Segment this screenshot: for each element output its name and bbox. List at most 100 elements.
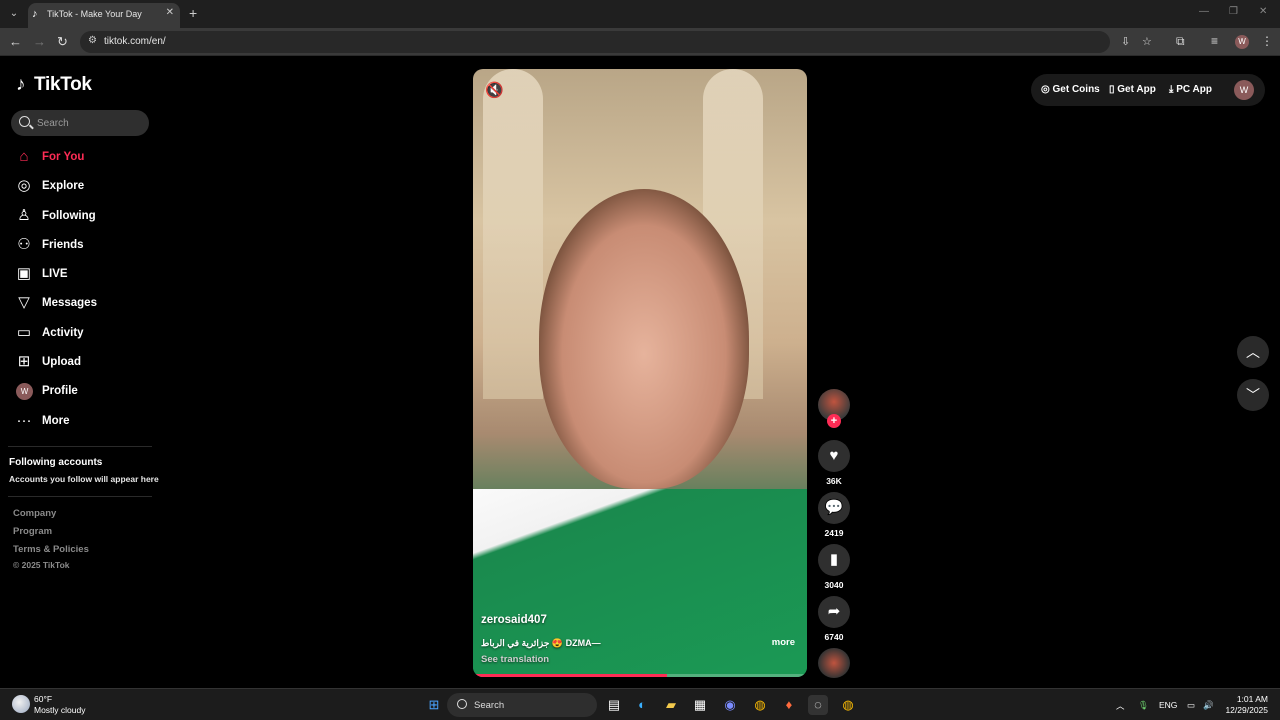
get-coins-button[interactable]: ◎ Get Coins — [1041, 84, 1100, 95]
share-icon: ➦ — [827, 603, 841, 620]
media-control-icon[interactable]: ≡ — [1211, 34, 1218, 48]
sidebar-item-messages[interactable]: ▽ Messages — [12, 289, 152, 318]
sidebar-item-following[interactable]: ♙ Following — [12, 202, 152, 231]
share-button[interactable]: ➦ — [818, 596, 850, 628]
edge-icon[interactable]: ◐ — [632, 695, 652, 715]
clock-time[interactable]: 1:01 AM — [1230, 694, 1268, 704]
top-actions-bar: ◎ Get Coins ▯ Get App ⤓ PC App W — [1031, 74, 1265, 106]
more-icon: ··· — [16, 411, 32, 429]
browser-menu-icon[interactable]: ⋮ — [1261, 34, 1273, 48]
get-app-button[interactable]: ▯ Get App — [1109, 84, 1156, 95]
chevron-up-icon: ︿ — [1246, 344, 1260, 360]
sidebar-item-label: Friends — [42, 238, 84, 251]
tiktok-note-icon: ♪ — [16, 74, 26, 95]
like-count: 36K — [826, 476, 842, 486]
video-subject — [539, 189, 749, 489]
restore-icon[interactable]: ❐ — [1229, 6, 1238, 17]
heart-icon: ♥ — [829, 447, 839, 464]
send-icon: ▽ — [18, 294, 30, 312]
weather-desc: Mostly cloudy — [34, 705, 86, 715]
clock-date[interactable]: 12/29/2025 — [1222, 705, 1268, 715]
sidebar-item-live[interactable]: ▣ LIVE — [12, 260, 152, 289]
install-app-icon[interactable]: ⇩ — [1121, 35, 1130, 48]
avatar[interactable]: W — [1234, 80, 1254, 100]
mic-tray-icon[interactable]: 🎙 — [1138, 700, 1149, 711]
sidebar-item-label: Messages — [42, 297, 97, 310]
sidebar-item-for-you[interactable]: ⌂ For You — [12, 143, 152, 172]
video-caption: جزائرية في الرباط 😍 DZMA— — [481, 638, 601, 648]
save-button[interactable]: ▮ — [818, 544, 850, 576]
search-box[interactable] — [11, 110, 149, 136]
footer-link-company[interactable]: Company — [13, 508, 56, 519]
obs-icon[interactable]: ◌ — [808, 695, 828, 715]
site-info-icon[interactable]: ⚙ — [88, 35, 97, 46]
chrome-profile-icon[interactable]: ◍ — [838, 695, 858, 715]
taskbar-search[interactable]: Search — [447, 693, 597, 717]
browser-tab[interactable]: ♪ TikTok - Make Your Day ✕ — [28, 3, 180, 28]
forward-icon[interactable]: → — [33, 34, 46, 49]
browser-profile-avatar[interactable]: W — [1235, 35, 1249, 49]
footer-link-program[interactable]: Program — [13, 526, 52, 537]
pc-app-button[interactable]: ⤓ PC App — [1169, 84, 1212, 95]
next-video-button[interactable]: ﹀ — [1237, 379, 1269, 411]
coin-icon: ◎ — [1041, 84, 1053, 95]
sidebar-item-upload[interactable]: ⊞ Upload — [12, 348, 152, 377]
compass-icon: ◎ — [17, 177, 31, 195]
volume-icon[interactable]: 🔊 — [1203, 700, 1214, 711]
video-player[interactable]: 🔇 zerosaid407 جزائرية في الرباط 😍 DZMA— … — [473, 69, 807, 677]
sidebar-item-activity[interactable]: ▭ Activity — [12, 319, 152, 348]
video-author[interactable]: zerosaid407 — [481, 614, 547, 626]
tiktok-favicon-icon: ♪ — [32, 8, 38, 20]
windows-start-icon[interactable]: ⊞ — [424, 695, 444, 715]
minimize-icon[interactable]: — — [1199, 6, 1209, 17]
language-indicator[interactable]: ENG — [1159, 700, 1177, 710]
caption-more-link[interactable]: more — [772, 637, 795, 648]
microphone-app-icon[interactable]: ♦ — [779, 695, 799, 715]
weather-icon[interactable] — [12, 695, 30, 713]
sidebar-item-friends[interactable]: ⚇ Friends — [12, 231, 152, 260]
search-input[interactable] — [37, 114, 142, 132]
bookmark-star-icon[interactable]: ☆ — [1142, 35, 1152, 48]
sidebar-item-label: Explore — [42, 180, 85, 193]
sidebar-item-label: More — [42, 414, 70, 427]
file-explorer-icon[interactable]: ▰ — [661, 695, 681, 715]
person-follow-icon: ♙ — [17, 206, 31, 224]
network-icon[interactable]: ▭ — [1187, 700, 1195, 711]
reload-icon[interactable]: ↻ — [57, 34, 68, 50]
chrome-icon[interactable]: ◍ — [750, 695, 770, 715]
store-icon[interactable]: ▦ — [690, 695, 710, 715]
tab-list-icon[interactable]: ⌄ — [6, 6, 22, 22]
back-icon[interactable]: ← — [9, 34, 22, 49]
sidebar-nav: ⌂ For You ◎ Explore ♙ Following ⚇ Friend… — [12, 143, 152, 436]
see-translation-link[interactable]: See translation — [481, 654, 549, 665]
follow-plus-icon[interactable]: + — [827, 414, 841, 428]
mute-icon[interactable]: 🔇 — [485, 81, 504, 99]
activity-icon: ▭ — [16, 323, 32, 341]
music-disc-icon[interactable] — [818, 648, 850, 678]
sidebar-item-more[interactable]: ··· More — [12, 407, 152, 436]
like-button[interactable]: ♥ — [818, 440, 850, 472]
save-count: 3040 — [824, 580, 844, 590]
video-progress-bar[interactable] — [473, 674, 807, 677]
tray-overflow-icon[interactable]: ︿ — [1116, 700, 1125, 712]
tab-close-icon[interactable]: ✕ — [166, 7, 174, 18]
upload-icon: ⊞ — [17, 353, 31, 371]
tiktok-logo[interactable]: ♪ TikTok — [16, 74, 92, 96]
get-app-label: Get App — [1117, 84, 1156, 95]
comment-button[interactable]: 💬 — [818, 492, 850, 524]
new-tab-icon[interactable]: + — [189, 5, 197, 21]
sidebar-item-label: Upload — [42, 356, 81, 369]
following-accounts-title: Following accounts — [9, 457, 103, 468]
task-view-icon[interactable]: ▤ — [604, 695, 624, 715]
omnibox[interactable]: ⚙ tiktok.com/en/ ⇩ ☆ — [80, 31, 1152, 53]
footer-link-terms[interactable]: Terms & Policies — [13, 544, 89, 555]
comment-icon: 💬 — [824, 499, 844, 516]
url-text: tiktok.com/en/ — [104, 36, 166, 47]
window-close-icon[interactable]: ✕ — [1259, 6, 1267, 17]
sidebar-item-profile[interactable]: W Profile — [12, 377, 152, 406]
extensions-icon[interactable]: ⧉ — [1176, 34, 1185, 49]
discord-icon[interactable]: ◉ — [720, 695, 740, 715]
logo-text: TikTok — [34, 74, 92, 95]
sidebar-item-explore[interactable]: ◎ Explore — [12, 172, 152, 201]
previous-video-button[interactable]: ︿ — [1237, 336, 1269, 368]
